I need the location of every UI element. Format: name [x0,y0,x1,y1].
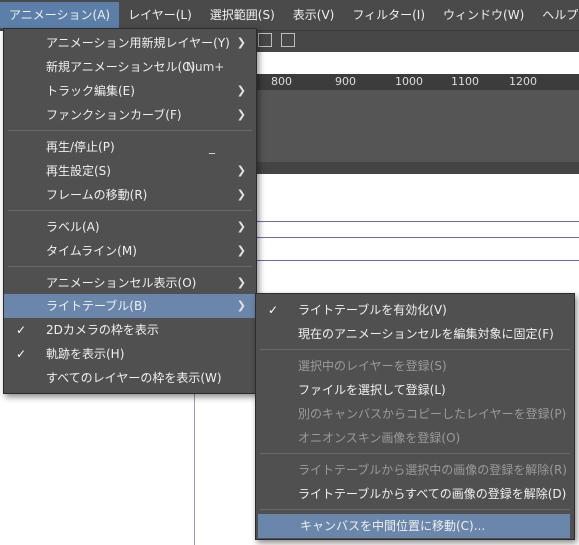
shortcut-label: Num+ [186,60,225,74]
shortcut-label: _ [209,140,215,154]
menu-window[interactable]: ウィンドウ(W) [434,2,533,28]
menubar: アニメーション(A) レイヤー(L) 選択範囲(S) 表示(V) フィルター(I… [0,0,579,31]
ruler-label: 800 [271,75,292,88]
menu-item-label: 別のキャンバスからコピーしたレイヤーを登録(P) [298,407,567,421]
submenu-arrow-icon: ❯ [236,299,246,312]
submenu-arrow-icon: ❯ [236,276,246,289]
menu-animation[interactable]: アニメーション(A) [0,2,120,28]
timeline-ruler: 800 900 1000 1100 1200 [255,74,579,90]
frame-icon[interactable] [281,33,295,47]
menu-item-label: ラベル(A) [46,220,100,234]
animation-menu: アニメーション用新規レイヤー(Y) ❯ 新規アニメーションセル(C) Num+ … [3,28,257,394]
menu-item-register-selected-layer[interactable]: 選択中のレイヤーを登録(S) [256,354,574,378]
menu-item-label: すべてのレイヤーの枠を表示(W) [46,371,222,385]
menu-separator [8,266,252,267]
menu-item-label: 再生/停止(P) [46,140,115,154]
menu-item-track-edit[interactable]: トラック編集(E) ❯ [4,79,256,103]
menu-layer[interactable]: レイヤー(L) [119,2,201,28]
ruler-label: 900 [335,75,356,88]
menu-item-light-table[interactable]: ライトテーブル(B) ❯ [4,294,256,318]
submenu-arrow-icon: ❯ [236,220,246,233]
menu-item-fix-current-cel[interactable]: 現在のアニメーションセルを編集対象に固定(F) [256,322,574,346]
menu-item-label-submenu[interactable]: ラベル(A) ❯ [4,215,256,239]
menu-item-label: 軌跡を表示(H) [46,347,125,361]
menu-item-timeline[interactable]: タイムライン(M) ❯ [4,239,256,263]
menu-item-function-curve[interactable]: ファンクションカーブ(F) ❯ [4,103,256,127]
menu-item-new-animation-cel[interactable]: 新規アニメーションセル(C) Num+ [4,55,256,79]
submenu-arrow-icon: ❯ [236,164,246,177]
ruler-label: 1000 [395,75,423,88]
submenu-arrow-icon: ❯ [236,244,246,257]
menu-item-label: オニオンスキン画像を登録(O) [298,431,461,445]
menu-item-label: 選択中のレイヤーを登録(S) [298,359,447,373]
menu-separator [260,453,570,454]
menu-item-label: アニメーション用新規レイヤー(Y) [46,36,230,50]
menu-item-label: 再生設定(S) [46,164,111,178]
submenu-arrow-icon: ❯ [236,108,246,121]
submenu-arrow-icon: ❯ [236,84,246,97]
checkmark-icon: ✓ [16,323,27,337]
menu-item-label: タイムライン(M) [46,244,137,258]
menu-separator [8,130,252,131]
timeline-panel[interactable] [255,90,579,162]
menu-item-cel-display[interactable]: アニメーションセル表示(O) ❯ [4,271,256,295]
menu-selection[interactable]: 選択範囲(S) [201,2,284,28]
menu-help[interactable]: ヘルプ(H) [533,2,579,28]
menu-item-playback-settings[interactable]: 再生設定(S) ❯ [4,159,256,183]
menu-item-label: トラック編集(E) [46,84,135,98]
menu-item-move-canvas-midpoint[interactable]: キャンバスを中間位置に移動(C)... [258,514,570,538]
menu-item-move-frame[interactable]: フレームの移動(R) ❯ [4,183,256,207]
toolbar-strip [255,30,579,52]
menu-item-register-onion-skin[interactable]: オニオンスキン画像を登録(O) [256,426,574,450]
submenu-arrow-icon: ❯ [236,188,246,201]
menu-item-label: 新規アニメーションセル(C) [46,60,196,74]
menu-item-label: キャンバスを中間位置に移動(C)... [300,519,486,533]
light-table-submenu: ✓ ライトテーブルを有効化(V) 現在のアニメーションセルを編集対象に固定(F)… [255,293,575,540]
submenu-arrow-icon: ❯ [236,36,246,49]
menu-item-label: ライトテーブルを有効化(V) [298,303,447,317]
ruler-label: 1200 [509,75,537,88]
ruler-label: 1100 [451,75,479,88]
menu-item-enable-light-table[interactable]: ✓ ライトテーブルを有効化(V) [256,298,574,322]
menu-separator [260,509,570,510]
menu-item-label: ライトテーブルからすべての画像の登録を解除(D) [298,487,567,501]
menu-item-label: フレームの移動(R) [46,188,148,202]
menu-item-show-2d-camera-frame[interactable]: ✓ 2Dカメラの枠を表示 [4,318,256,342]
menu-item-label: ファンクションカーブ(F) [46,108,182,122]
menu-item-label: ライトテーブルから選択中の画像の登録を解除(R) [298,463,567,477]
menu-filter[interactable]: フィルター(I) [343,2,434,28]
menu-item-register-from-file[interactable]: ファイルを選択して登録(L) [256,378,574,402]
menu-item-show-all-layer-frames[interactable]: すべてのレイヤーの枠を表示(W) [4,366,256,390]
menu-separator [8,210,252,211]
menu-separator [260,349,570,350]
menu-view[interactable]: 表示(V) [284,2,344,28]
menu-item-unregister-selected-image[interactable]: ライトテーブルから選択中の画像の登録を解除(R) [256,458,574,482]
panel-divider [255,162,579,174]
checkmark-icon: ✓ [268,303,279,317]
menu-item-play-stop[interactable]: 再生/停止(P) _ [4,135,256,159]
menu-item-show-trajectory[interactable]: ✓ 軌跡を表示(H) [4,342,256,366]
menu-item-label: ライトテーブル(B) [46,299,147,313]
frame-icon[interactable] [258,33,272,47]
checkmark-icon: ✓ [16,347,27,361]
menu-item-unregister-all-images[interactable]: ライトテーブルからすべての画像の登録を解除(D) [256,482,574,506]
menu-item-label: アニメーションセル表示(O) [46,276,197,290]
menu-item-label: ファイルを選択して登録(L) [298,383,446,397]
menu-item-register-copied-layer[interactable]: 別のキャンバスからコピーしたレイヤーを登録(P) [256,402,574,426]
menu-item-label: 現在のアニメーションセルを編集対象に固定(F) [298,327,554,341]
menu-item-new-animation-layer[interactable]: アニメーション用新規レイヤー(Y) ❯ [4,31,256,55]
menu-item-label: 2Dカメラの枠を表示 [46,323,159,337]
